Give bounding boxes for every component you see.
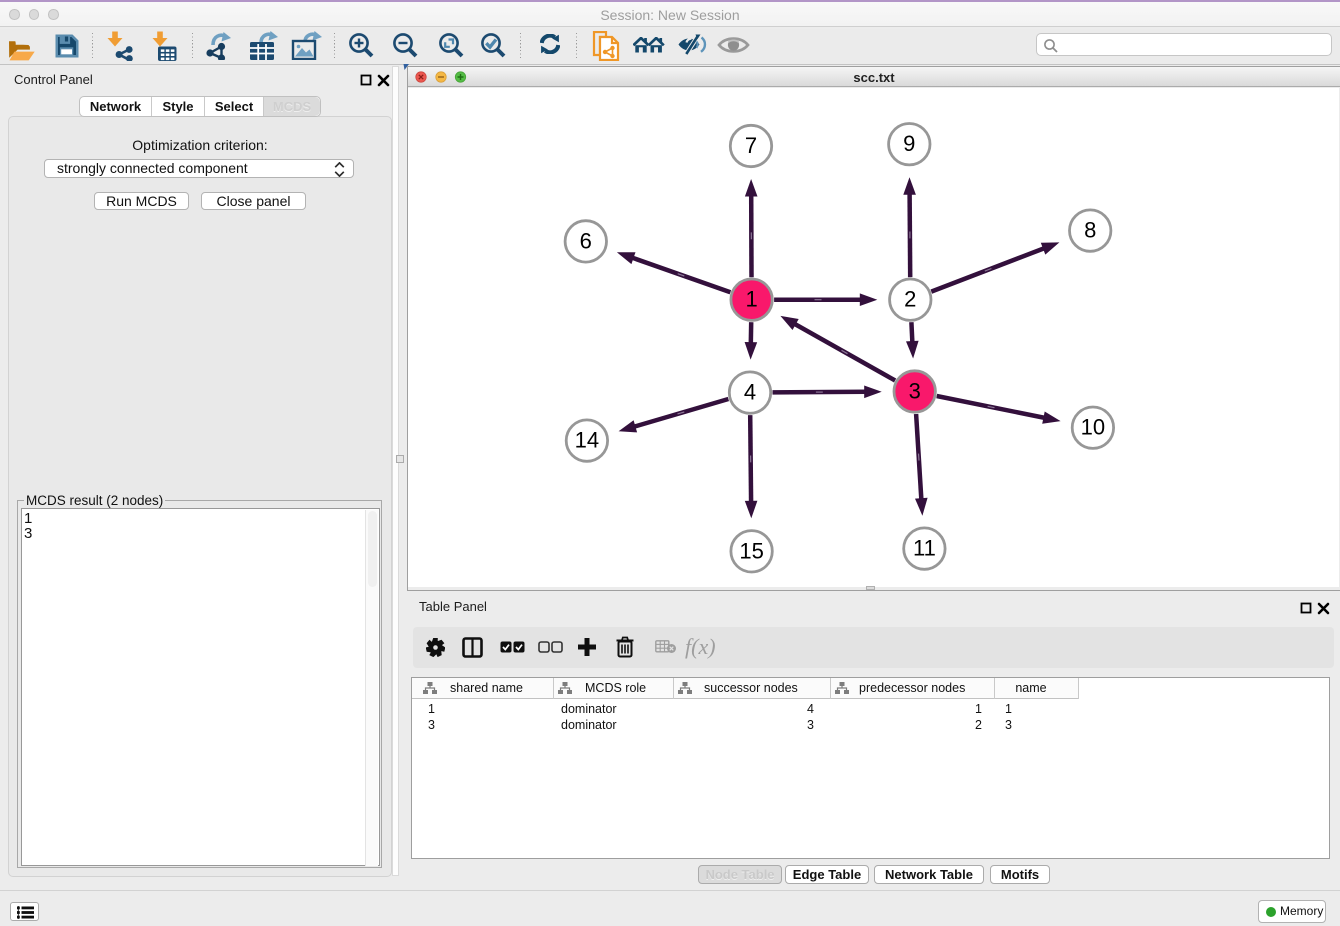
svg-text:4: 4: [744, 380, 756, 405]
svg-text:6: 6: [580, 228, 592, 253]
svg-text:15: 15: [739, 538, 763, 563]
svg-text:1: 1: [745, 287, 757, 312]
svg-text:10: 10: [1081, 415, 1105, 440]
svg-text:2: 2: [904, 287, 916, 312]
svg-text:8: 8: [1084, 218, 1096, 243]
svg-text:7: 7: [745, 133, 757, 158]
svg-text:14: 14: [575, 428, 599, 453]
svg-text:11: 11: [913, 536, 936, 561]
svg-text:3: 3: [909, 379, 921, 404]
svg-text:9: 9: [903, 131, 915, 156]
